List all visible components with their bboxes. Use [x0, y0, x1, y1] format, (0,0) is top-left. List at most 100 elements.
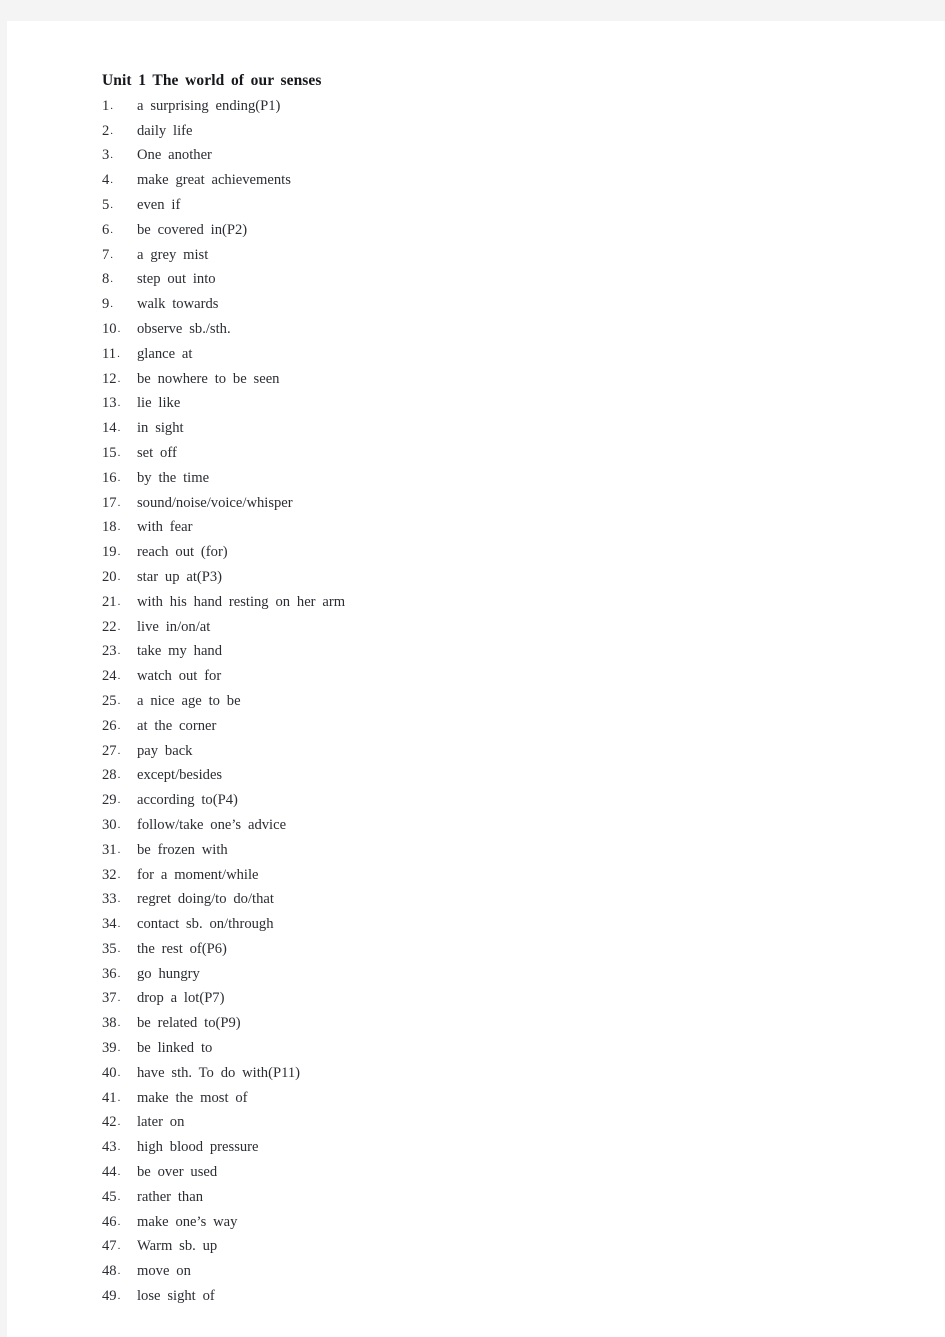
list-item: 30. follow/take one’s advice — [95, 813, 895, 838]
list-item-number-separator: . — [117, 422, 121, 435]
list-item-number: 24. — [102, 668, 121, 685]
list-item: 28. except/besides — [95, 763, 895, 788]
list-item-text: be nowhere to be seen — [137, 370, 280, 387]
list-item-number-separator: . — [110, 273, 114, 286]
list-item-text: according to(P4) — [137, 792, 238, 809]
list-item-number: 49. — [102, 1288, 121, 1305]
list-item: 47. Warm sb. up — [95, 1234, 895, 1259]
list-item-number: 47. — [102, 1238, 121, 1255]
list-item-number-separator: . — [117, 1265, 121, 1278]
list-item-text: walk towards — [137, 296, 219, 313]
list-item: 45. rather than — [95, 1185, 895, 1210]
list-item-number: 29. — [102, 792, 121, 809]
list-item-text: be over used — [137, 1164, 218, 1181]
list-item-text: make one’s way — [137, 1213, 238, 1230]
list-item: 1. a surprising ending(P1) — [95, 94, 895, 119]
list-item-number-separator: . — [117, 645, 121, 658]
list-item-text: be frozen with — [137, 841, 228, 858]
list-item-text: for a moment/while — [137, 866, 259, 883]
list-item-number: 23. — [102, 643, 121, 660]
list-item-text: with his hand resting on her arm — [137, 593, 346, 610]
list-item-text: at the corner — [137, 717, 217, 734]
list-item-number-separator: . — [117, 794, 121, 807]
list-item: 4. make great achievements — [95, 168, 895, 193]
list-item-number-separator: . — [117, 1017, 121, 1030]
list-item: 36. go hungry — [95, 962, 895, 987]
list-item-number-separator: . — [117, 1190, 121, 1203]
list-item: 40. have sth. To do with(P11) — [95, 1061, 895, 1086]
list-item-number: 45. — [102, 1188, 121, 1205]
list-item: 27. pay back — [95, 739, 895, 764]
list-item-number: 37. — [102, 990, 121, 1007]
list-item: 26. at the corner — [95, 714, 895, 739]
list-item-text: One another — [137, 147, 212, 164]
list-item-number: 27. — [102, 742, 121, 759]
list-item-text: in sight — [137, 420, 184, 437]
list-item-number: 42. — [102, 1114, 121, 1131]
list-item-number-separator: . — [117, 1066, 121, 1079]
list-item-number-separator: . — [117, 1042, 121, 1055]
list-item-number: 20. — [102, 568, 121, 585]
list-item: 5. even if — [95, 193, 895, 218]
list-item-number-separator: . — [110, 124, 114, 137]
list-item: 20. star up at(P3) — [95, 565, 895, 590]
list-item-text: set off — [137, 444, 177, 461]
list-item: 35. the rest of(P6) — [95, 937, 895, 962]
list-item-number: 6. — [102, 221, 114, 238]
list-item-number-separator: . — [117, 1141, 121, 1154]
list-item-text: rather than — [137, 1188, 204, 1205]
list-item-number: 22. — [102, 618, 121, 635]
list-item-text: live in/on/at — [137, 618, 211, 635]
list-item-number: 21. — [102, 593, 121, 610]
list-item-number: 31. — [102, 841, 121, 858]
list-item-number-separator: . — [110, 223, 114, 236]
list-item-text: a nice age to be — [137, 692, 241, 709]
list-item-number-separator: . — [117, 893, 121, 906]
list-item-number-separator: . — [117, 694, 121, 707]
list-item-number: 44. — [102, 1164, 121, 1181]
list-item-number: 41. — [102, 1089, 121, 1106]
list-item: 34. contact sb. on/through — [95, 912, 895, 937]
list-item: 42. later on — [95, 1110, 895, 1135]
page-title: Unit 1 The world of our senses — [102, 72, 322, 89]
list-item: 16. by the time — [95, 466, 895, 491]
list-item: 15. set off — [95, 441, 895, 466]
list-item-number: 9. — [102, 296, 114, 313]
list-item-text: high blood pressure — [137, 1139, 259, 1156]
list-item: 31. be frozen with — [95, 838, 895, 863]
list-item-number: 15. — [102, 444, 121, 461]
list-item: 11. glance at — [95, 342, 895, 367]
list-item-text: sound/noise/voice/whisper — [137, 494, 293, 511]
list-item-text: lie like — [137, 395, 181, 412]
list-item-number-separator: . — [110, 298, 114, 311]
list-item-number-separator: . — [117, 471, 121, 484]
list-item-number-separator: . — [117, 397, 121, 410]
list-item-number-separator: . — [117, 1166, 121, 1179]
list-item-text: pay back — [137, 742, 193, 759]
list-item: 48. move on — [95, 1259, 895, 1284]
list-item-number-separator: . — [117, 496, 121, 509]
list-item: 9. walk towards — [95, 292, 895, 317]
list-item-text: observe sb./sth. — [137, 320, 231, 337]
phrase-list: 1. a surprising ending(P1) 2. daily life 3. O… — [95, 94, 895, 1309]
list-item-number-separator: . — [117, 992, 121, 1005]
list-item-text: regret doing/to do/that — [137, 891, 274, 908]
list-item-text: drop a lot(P7) — [137, 990, 225, 1007]
list-item-number-separator: . — [117, 595, 121, 608]
list-item-text: be linked to — [137, 1040, 213, 1057]
document-page: Unit 1 The world of our senses 1. a surpr… — [7, 21, 945, 1337]
list-item-number: 10. — [102, 320, 121, 337]
list-item-number-separator: . — [110, 248, 114, 261]
list-item-number: 16. — [102, 469, 121, 486]
list-item: 13. lie like — [95, 391, 895, 416]
list-item-number: 18. — [102, 519, 121, 536]
list-item: 14. in sight — [95, 416, 895, 441]
list-item-number: 3. — [102, 147, 114, 164]
list-item-number-separator: . — [117, 1240, 121, 1253]
list-item-number-separator: . — [110, 198, 114, 211]
list-item-text: even if — [137, 196, 181, 213]
list-item-text: step out into — [137, 271, 216, 288]
list-item-number-separator: . — [117, 967, 121, 980]
list-item-number-separator: . — [117, 670, 121, 683]
list-item-number-separator: . — [117, 719, 121, 732]
